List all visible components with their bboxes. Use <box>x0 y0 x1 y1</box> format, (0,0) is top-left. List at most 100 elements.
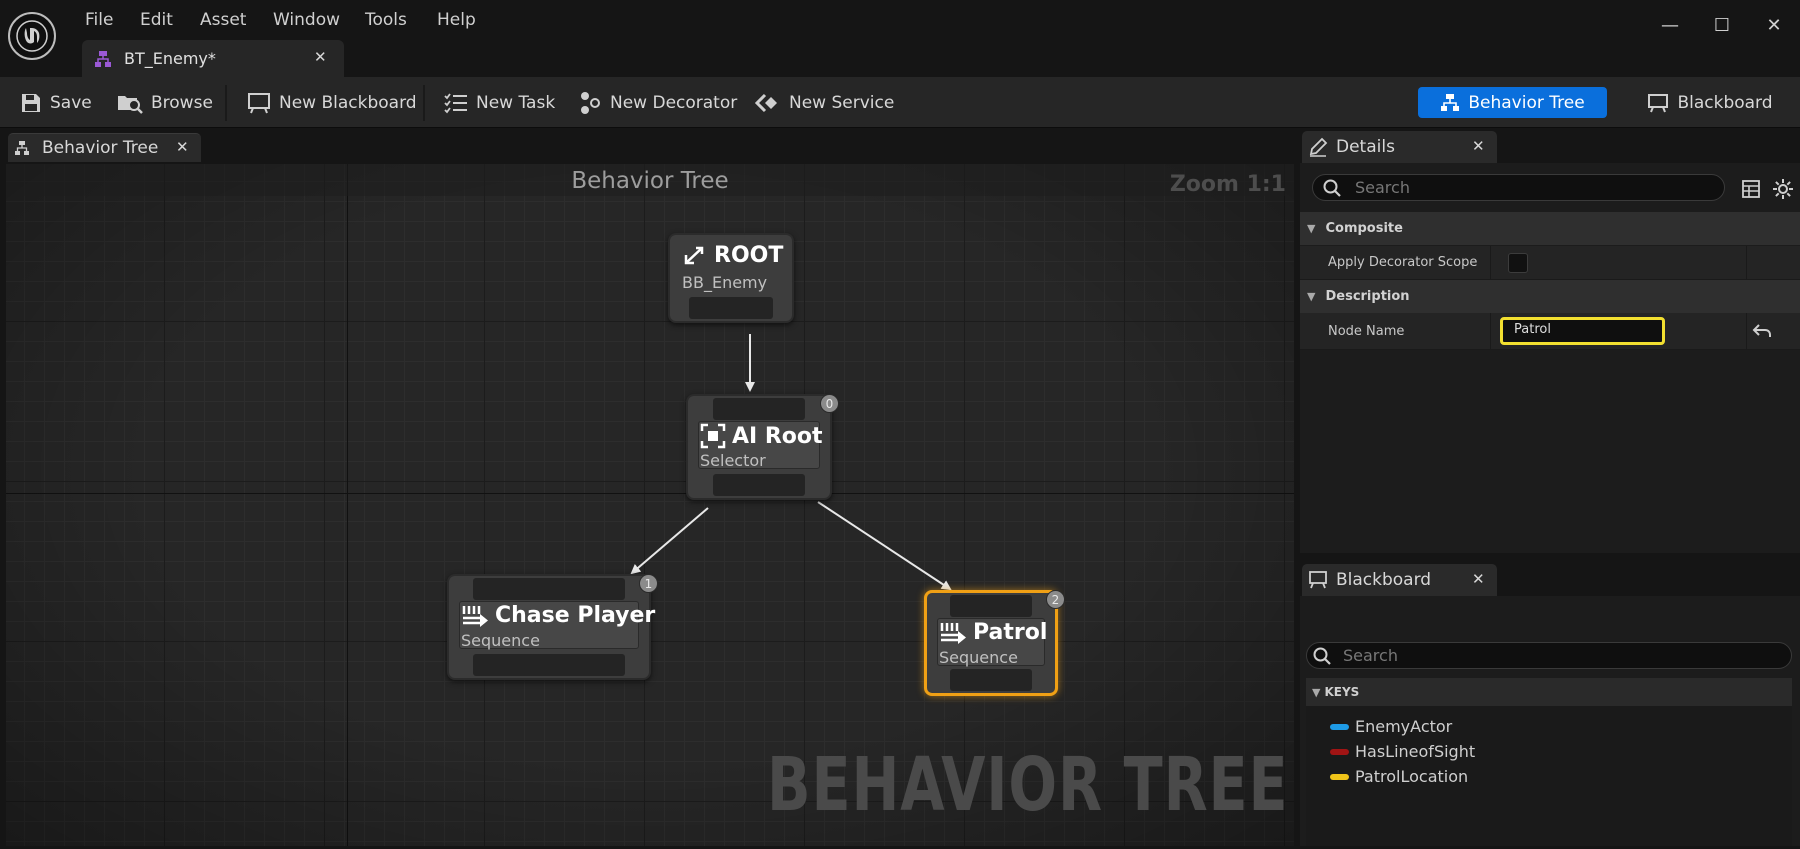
graph-canvas[interactable]: Behavior Tree Zoom 1:1 BEHAVIOR TREE ROO… <box>6 164 1294 846</box>
blackboard-tab[interactable]: Blackboard ✕ <box>1302 564 1497 596</box>
key-type-swatch <box>1330 723 1349 730</box>
root-node-title: ROOT <box>682 243 783 268</box>
ai-root-node[interactable]: AI Root Selector 0 <box>686 394 839 500</box>
close-icon[interactable]: ✕ <box>314 48 327 66</box>
category-description-label: Description <box>1325 289 1410 304</box>
behavior-tree-mode-button[interactable]: Behavior Tree <box>1418 87 1607 118</box>
details-tab-label: Details <box>1336 137 1395 157</box>
details-panel: Search ▼ Composite Apply Decorator Scope… <box>1300 163 1800 553</box>
menu-asset[interactable]: Asset <box>200 8 246 32</box>
graph-tab[interactable]: Behavior Tree ✕ <box>8 133 201 162</box>
toolbar-separator <box>225 85 227 121</box>
save-button[interactable]: Save <box>20 77 92 128</box>
menu-tools[interactable]: Tools <box>365 8 407 32</box>
window-controls: — ☐ ✕ <box>1644 10 1800 40</box>
details-tab[interactable]: Details ✕ <box>1302 131 1497 163</box>
output-pin[interactable] <box>689 297 773 319</box>
chase-player-node-title: Chase Player <box>461 603 655 628</box>
patrol-node-title: Patrol <box>939 620 1047 645</box>
category-composite-label: Composite <box>1325 221 1403 236</box>
table-view-icon[interactable] <box>1742 180 1760 198</box>
minimize-button[interactable]: — <box>1644 10 1696 40</box>
details-search-input[interactable]: Search <box>1312 174 1725 201</box>
keys-header[interactable]: ▼ KEYS <box>1306 678 1792 706</box>
execution-index-badge: 2 <box>1046 590 1065 609</box>
root-node[interactable]: ROOT BB_Enemy <box>668 233 794 323</box>
column-divider <box>1746 313 1747 349</box>
root-node-subtitle: BB_Enemy <box>682 273 768 292</box>
chevron-down-icon[interactable]: ▼ <box>1307 290 1315 303</box>
new-decorator-label: New Decorator <box>610 92 738 113</box>
chevron-down-icon[interactable]: ▼ <box>1312 686 1320 699</box>
close-icon[interactable]: ✕ <box>1472 570 1485 588</box>
input-pin[interactable] <box>950 595 1032 617</box>
output-pin[interactable] <box>950 669 1032 691</box>
toolbar-separator <box>423 85 425 121</box>
key-name: EnemyActor <box>1355 717 1453 736</box>
ai-root-node-title: AI Root <box>700 423 823 449</box>
output-pin[interactable] <box>713 474 805 496</box>
behavior-tree-icon <box>1441 93 1460 111</box>
root-icon <box>684 246 704 264</box>
chevron-down-icon[interactable]: ▼ <box>1307 222 1315 235</box>
prop-apply-decorator-scope: Apply Decorator Scope <box>1300 246 1800 280</box>
chase-player-node[interactable]: Chase Player Sequence 1 <box>447 574 658 680</box>
close-icon[interactable]: ✕ <box>1472 137 1485 155</box>
category-composite[interactable]: ▼ Composite <box>1300 212 1800 245</box>
new-blackboard-button[interactable]: New Blackboard <box>247 77 417 128</box>
menu-edit[interactable]: Edit <box>140 8 173 32</box>
blackboard-panel: Search ▼ KEYS EnemyActor HasLineofSight … <box>1300 596 1800 846</box>
apply-decorator-scope-checkbox[interactable] <box>1508 253 1528 273</box>
title-bar: File Edit Asset Window Tools Help BT_Ene… <box>0 0 1800 77</box>
blackboard-key[interactable]: HasLineofSight <box>1330 739 1475 764</box>
menu-file[interactable]: File <box>85 8 113 32</box>
patrol-node-subtitle: Sequence <box>939 648 1018 667</box>
patrol-title-text: Patrol <box>973 620 1048 645</box>
editor-window: File Edit Asset Window Tools Help BT_Ene… <box>0 0 1800 849</box>
blackboard-search-placeholder: Search <box>1343 646 1398 665</box>
node-name-input[interactable]: Patrol <box>1500 317 1665 345</box>
category-description[interactable]: ▼ Description <box>1300 280 1800 313</box>
column-divider <box>1746 246 1747 279</box>
root-title-text: ROOT <box>714 243 784 268</box>
output-pin[interactable] <box>473 654 625 676</box>
menu-help[interactable]: Help <box>437 8 476 32</box>
chase-player-title-text: Chase Player <box>495 603 656 628</box>
blackboard-mode-button[interactable]: Blackboard <box>1630 87 1790 118</box>
reset-to-default-icon[interactable] <box>1752 322 1772 340</box>
window-close-button[interactable]: ✕ <box>1748 10 1800 40</box>
selector-icon <box>700 423 726 449</box>
node-connections <box>630 334 952 591</box>
new-blackboard-label: New Blackboard <box>279 92 417 113</box>
new-task-label: New Task <box>476 92 556 113</box>
new-decorator-button[interactable]: New Decorator <box>580 77 737 128</box>
decorator-icon <box>581 91 600 114</box>
blackboard-icon <box>1648 93 1669 112</box>
blackboard-search-input[interactable]: Search <box>1306 642 1792 669</box>
search-icon <box>1313 647 1331 665</box>
blackboard-icon <box>248 92 270 113</box>
key-name: HasLineofSight <box>1355 742 1476 761</box>
sequence-icon <box>940 622 966 644</box>
maximize-button[interactable]: ☐ <box>1696 10 1748 40</box>
unreal-logo-icon[interactable] <box>8 12 56 60</box>
menu-window[interactable]: Window <box>273 8 340 32</box>
browse-button[interactable]: Browse <box>117 77 213 128</box>
new-service-button[interactable]: New Service <box>755 77 894 128</box>
blackboard-key[interactable]: EnemyActor <box>1330 714 1452 739</box>
document-tab[interactable]: BT_Enemy* ✕ <box>82 40 344 77</box>
new-task-button[interactable]: New Task <box>444 77 555 128</box>
execution-index-badge: 0 <box>820 394 839 413</box>
ai-root-node-subtitle: Selector <box>700 451 766 470</box>
input-pin[interactable] <box>473 578 625 600</box>
blackboard-key[interactable]: PatrolLocation <box>1330 764 1468 789</box>
patrol-node[interactable]: Patrol Sequence 2 <box>924 590 1065 696</box>
gear-icon[interactable] <box>1772 178 1794 200</box>
input-pin[interactable] <box>713 398 805 420</box>
blackboard-icon <box>1309 571 1327 589</box>
column-divider <box>1490 246 1491 279</box>
column-divider <box>1490 313 1491 349</box>
apply-decorator-scope-label: Apply Decorator Scope <box>1328 255 1478 270</box>
close-icon[interactable]: ✕ <box>176 138 189 156</box>
task-list-icon <box>444 92 467 113</box>
